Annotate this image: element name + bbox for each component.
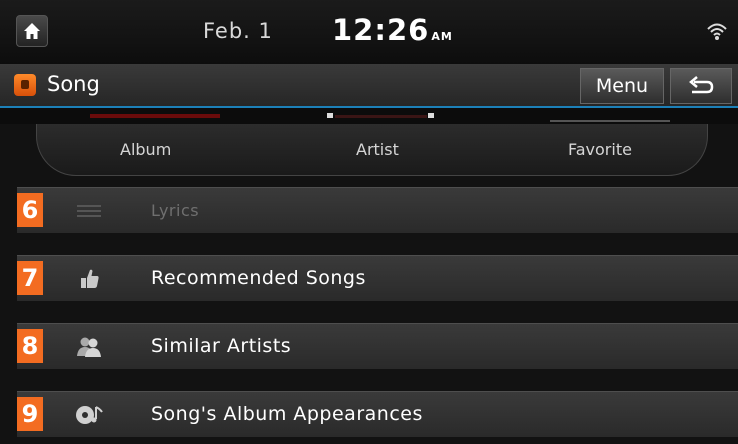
progress-decoration: [90, 114, 220, 118]
album-icon: [72, 401, 106, 429]
people-icon: [72, 333, 106, 361]
divider-line: [550, 120, 670, 122]
tab-album[interactable]: Album: [120, 140, 171, 159]
time-value: 12:26: [332, 13, 430, 47]
list-item-lyrics[interactable]: 6 Lyrics: [17, 187, 738, 233]
marker-left: [327, 113, 333, 118]
marker-bar: [335, 115, 427, 118]
marker-right: [428, 113, 434, 118]
home-button[interactable]: [16, 15, 48, 47]
list-item-album-appearances[interactable]: 9 Song's Album Appearances: [17, 391, 738, 437]
tab-favorite[interactable]: Favorite: [568, 140, 632, 159]
item-number-badge: 8: [17, 329, 43, 363]
list-item-recommended-songs[interactable]: 7 Recommended Songs: [17, 255, 738, 301]
list-item-label: Song's Album Appearances: [151, 403, 423, 425]
back-arrow-icon: [689, 76, 714, 94]
date-display: Feb. 1: [203, 19, 273, 43]
home-icon: [24, 23, 40, 39]
tab-artist[interactable]: Artist: [356, 140, 399, 159]
wifi-icon: [707, 23, 727, 40]
screen: Feb. 1 12:26 AM Song Menu Album Artist F…: [0, 0, 738, 444]
item-number-badge: 7: [17, 261, 43, 295]
status-bar: Feb. 1 12:26 AM: [0, 0, 738, 64]
list-item-label: Lyrics: [151, 201, 200, 220]
item-number-badge: 6: [17, 193, 43, 227]
item-number-badge: 9: [17, 397, 43, 431]
am-pm-indicator: AM: [431, 30, 453, 43]
song-app-icon: [14, 74, 36, 96]
list-item-label: Similar Artists: [151, 335, 292, 357]
menu-button[interactable]: Menu: [580, 68, 664, 104]
page-title: Song: [47, 72, 100, 96]
list-item-similar-artists[interactable]: 8 Similar Artists: [17, 323, 738, 369]
now-playing-strip: [0, 108, 738, 124]
back-button[interactable]: [670, 68, 732, 104]
lyrics-icon: [72, 197, 106, 225]
clock: 12:26 AM: [332, 13, 453, 47]
list-item-label: Recommended Songs: [151, 267, 366, 289]
thumbs-up-icon: [72, 265, 106, 293]
category-tab-bar: Album Artist Favorite: [36, 124, 708, 176]
title-bar: Song Menu: [0, 64, 738, 108]
